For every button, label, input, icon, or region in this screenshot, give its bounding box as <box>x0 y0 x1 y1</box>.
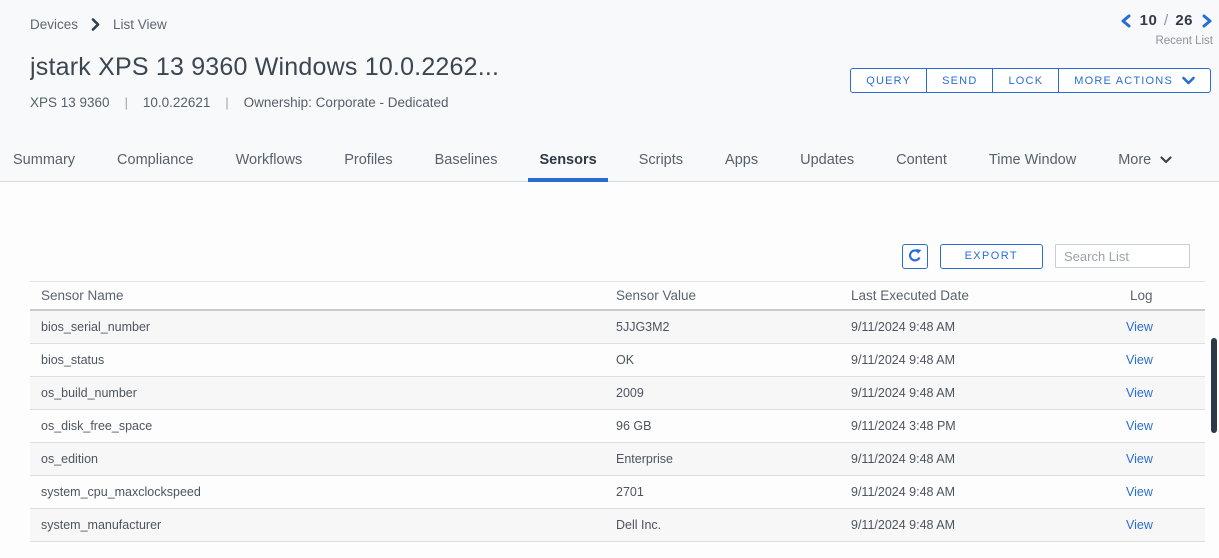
chevron-left-icon[interactable] <box>1120 13 1132 29</box>
tab-summary[interactable]: Summary <box>13 152 75 181</box>
table-body: bios_serial_number 5JJG3M2 9/11/2024 9:4… <box>30 311 1205 542</box>
table-row: system_cpu_maxclockspeed 2701 9/11/2024 … <box>30 476 1205 509</box>
chevron-down-icon <box>1182 76 1195 85</box>
log-cell: View <box>1126 320 1205 334</box>
table-row: system_manufacturer Dell Inc. 9/11/2024 … <box>30 509 1205 542</box>
tab-workflows[interactable]: Workflows <box>236 152 303 181</box>
view-log-link[interactable]: View <box>1126 485 1153 499</box>
sensor-value-cell: 2701 <box>605 485 840 499</box>
sensor-name-cell: system_manufacturer <box>30 518 605 532</box>
table-toolbar: EXPORT <box>30 243 1205 269</box>
sensor-name-cell: os_edition <box>30 452 605 466</box>
breadcrumb-devices[interactable]: Devices <box>30 17 78 32</box>
device-model: XPS 13 9360 <box>30 95 110 110</box>
sensor-name-cell: os_build_number <box>30 386 605 400</box>
sensor-value-cell: 96 GB <box>605 419 840 433</box>
recent-list-position: 10 / 26 <box>1140 12 1193 29</box>
table-row: bios_status OK 9/11/2024 9:48 AM View <box>30 344 1205 377</box>
column-header-last-executed-date: Last Executed Date <box>840 288 1126 303</box>
view-log-link[interactable]: View <box>1126 419 1153 433</box>
tab-apps[interactable]: Apps <box>725 152 758 181</box>
log-cell: View <box>1126 518 1205 532</box>
table-row: os_build_number 2009 9/11/2024 9:48 AM V… <box>30 377 1205 410</box>
tab-sensors[interactable]: Sensors <box>539 152 596 181</box>
view-log-link[interactable]: View <box>1126 320 1153 334</box>
sensor-value-cell: 5JJG3M2 <box>605 320 840 334</box>
export-button[interactable]: EXPORT <box>940 244 1043 269</box>
tab-profiles[interactable]: Profiles <box>344 152 392 181</box>
view-log-link[interactable]: View <box>1126 386 1153 400</box>
view-log-link[interactable]: View <box>1126 353 1153 367</box>
log-cell: View <box>1126 386 1205 400</box>
last-executed-date-cell: 9/11/2024 9:48 AM <box>840 386 1126 400</box>
log-cell: View <box>1126 353 1205 367</box>
sensor-name-cell: os_disk_free_space <box>30 419 605 433</box>
device-title: jstark XPS 13 9360 Windows 10.0.2262... <box>30 53 880 82</box>
chevron-right-icon <box>91 18 100 31</box>
recent-list-caption: Recent List <box>1155 35 1213 47</box>
tab-scripts[interactable]: Scripts <box>639 152 683 181</box>
breadcrumb: Devices List View <box>30 17 1205 32</box>
last-executed-date-cell: 9/11/2024 9:48 AM <box>840 452 1126 466</box>
refresh-icon <box>907 248 923 264</box>
column-header-sensor-value: Sensor Value <box>605 288 840 303</box>
log-cell: View <box>1126 419 1205 433</box>
tab-more[interactable]: More <box>1118 152 1172 181</box>
device-ownership: Ownership: Corporate - Dedicated <box>244 95 449 110</box>
sensor-value-cell: Enterprise <box>605 452 840 466</box>
sensors-panel: EXPORT Sensor Name Sensor Value Last Exe… <box>0 243 1219 542</box>
column-header-sensor-name: Sensor Name <box>30 288 605 303</box>
tab-baselines[interactable]: Baselines <box>435 152 498 181</box>
search-input[interactable] <box>1055 244 1190 268</box>
last-executed-date-cell: 9/11/2024 9:48 AM <box>840 320 1126 334</box>
sensor-name-cell: bios_serial_number <box>30 320 605 334</box>
log-cell: View <box>1126 452 1205 466</box>
sensors-table: Sensor Name Sensor Value Last Executed D… <box>30 281 1205 542</box>
subtitle-divider: | <box>225 96 228 110</box>
subtitle-divider: | <box>125 96 128 110</box>
device-tab-bar: Summary Compliance Workflows Profiles Baseli… <box>0 130 1219 182</box>
last-executed-date-cell: 9/11/2024 9:48 AM <box>840 518 1126 532</box>
table-header-row: Sensor Name Sensor Value Last Executed D… <box>30 281 1205 311</box>
page-header: Devices List View 10 / 26 Recent List js… <box>0 0 1219 130</box>
tab-content[interactable]: Content <box>896 152 947 181</box>
table-row: os_edition Enterprise 9/11/2024 9:48 AM … <box>30 443 1205 476</box>
send-button[interactable]: SEND <box>927 69 993 92</box>
query-button[interactable]: QUERY <box>851 69 927 92</box>
chevron-down-icon <box>1160 156 1172 164</box>
device-details-page: Devices List View 10 / 26 Recent List js… <box>0 0 1219 558</box>
sensor-value-cell: Dell Inc. <box>605 518 840 532</box>
chevron-right-icon[interactable] <box>1201 13 1213 29</box>
table-row: bios_serial_number 5JJG3M2 9/11/2024 9:4… <box>30 311 1205 344</box>
vertical-scrollbar-thumb[interactable] <box>1211 338 1217 433</box>
log-cell: View <box>1126 485 1205 499</box>
sensor-name-cell: bios_status <box>30 353 605 367</box>
device-os-version: 10.0.22621 <box>143 95 211 110</box>
tab-time-window[interactable]: Time Window <box>989 152 1076 181</box>
device-subtitle: XPS 13 9360 | 10.0.22621 | Ownership: Co… <box>30 95 1205 110</box>
tab-updates[interactable]: Updates <box>800 152 854 181</box>
more-actions-button[interactable]: MORE ACTIONS <box>1059 69 1210 92</box>
table-row: os_disk_free_space 96 GB 9/11/2024 3:48 … <box>30 410 1205 443</box>
last-executed-date-cell: 9/11/2024 3:48 PM <box>840 419 1126 433</box>
lock-button[interactable]: LOCK <box>993 69 1059 92</box>
last-executed-date-cell: 9/11/2024 9:48 AM <box>840 353 1126 367</box>
refresh-button[interactable] <box>902 244 928 269</box>
sensor-value-cell: 2009 <box>605 386 840 400</box>
device-action-group: QUERY SEND LOCK MORE ACTIONS <box>850 68 1211 93</box>
sensor-value-cell: OK <box>605 353 840 367</box>
view-log-link[interactable]: View <box>1126 518 1153 532</box>
sensor-name-cell: system_cpu_maxclockspeed <box>30 485 605 499</box>
last-executed-date-cell: 9/11/2024 9:48 AM <box>840 485 1126 499</box>
column-header-log: Log <box>1126 288 1205 303</box>
tab-compliance[interactable]: Compliance <box>117 152 194 181</box>
recent-list-pagination: 10 / 26 Recent List <box>1120 12 1213 47</box>
view-log-link[interactable]: View <box>1126 452 1153 466</box>
breadcrumb-list-view[interactable]: List View <box>113 17 167 32</box>
